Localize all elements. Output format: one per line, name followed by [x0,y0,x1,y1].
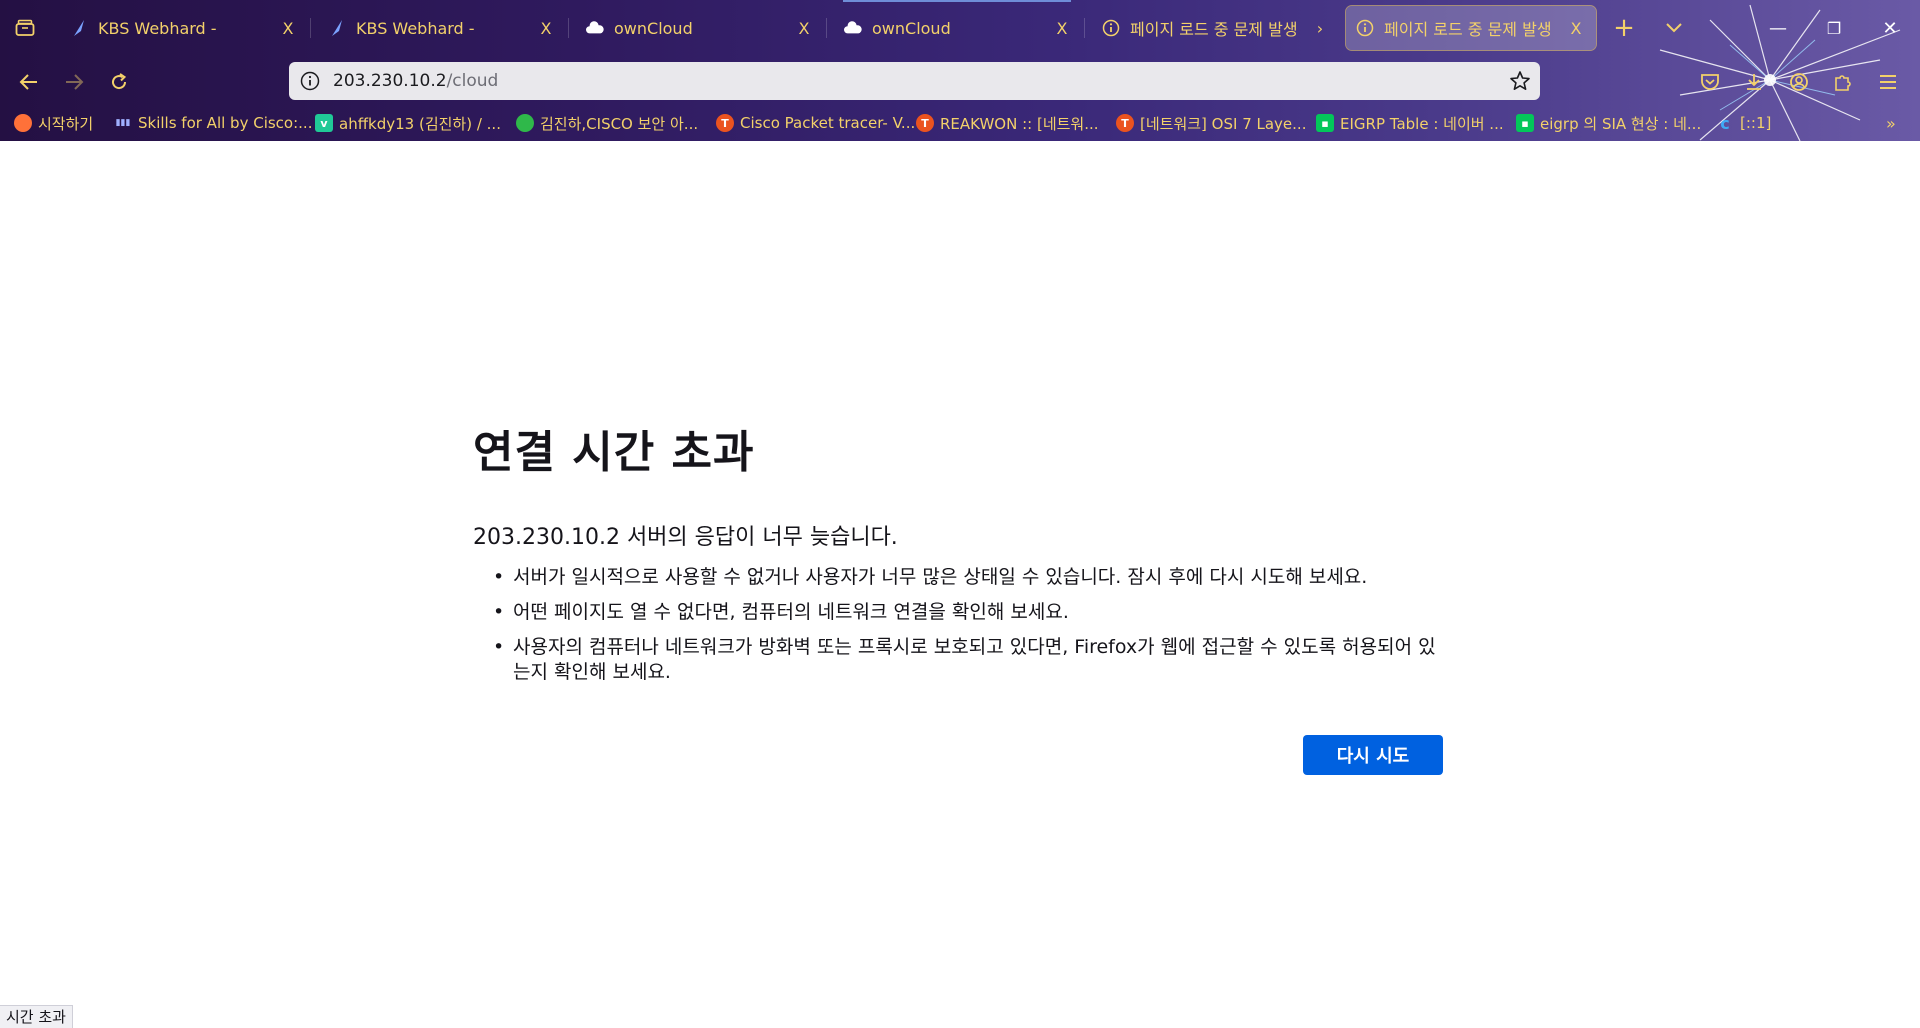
close-icon[interactable]: X [278,18,298,38]
bookmark-cisco-security[interactable]: 김진하,CISCO 보안 아... [516,111,698,135]
bookmark-label: REAKWON :: [네트워... [940,114,1099,133]
bookmark-reakwon[interactable]: T REAKWON :: [네트워... [916,111,1099,135]
list-item: 사용자의 컴퓨터나 네트워크가 방화벽 또는 프록시로 보호되고 있다면, Fi… [493,635,1443,685]
retry-button[interactable]: 다시 시도 [1303,735,1443,775]
tab-title: 페이지 로드 중 문제 발생 [1384,20,1552,39]
cisco-icon: ▮▮▮ [115,118,131,128]
reload-button[interactable] [102,65,136,99]
bookmark-skills-for-all[interactable]: ▮▮▮ Skills for All by Cisco:... [114,111,313,135]
error-suggestions: 서버가 일시적으로 사용할 수 없거나 사용자가 너무 많은 상태일 수 있습니… [473,565,1443,695]
feather-icon [70,19,88,37]
naver-blog-icon: ▪ [1316,114,1334,132]
firefox-icon [14,114,32,132]
tab-bar: KBS Webhard - X KBS Webhard - X ownCloud… [0,0,1920,56]
close-icon[interactable]: X [1052,18,1072,38]
bookmark-label: ahffkdy13 (김진하) / ... [339,114,501,133]
bookmark-label: Skills for All by Cisco:... [138,114,313,132]
close-window-button[interactable]: ✕ [1872,12,1908,44]
tab-load-error-active[interactable]: 페이지 로드 중 문제 발생 X [1345,5,1597,51]
tab-owncloud-1[interactable]: ownCloud X [576,6,824,50]
menu-button[interactable] [1871,65,1905,99]
tab-kbs-webhard-1[interactable]: KBS Webhard - X [60,6,308,50]
tistory-icon: T [716,114,734,132]
bookmark-velog[interactable]: v ahffkdy13 (김진하) / ... [315,111,501,135]
chevron-right-icon[interactable]: › [1310,18,1330,38]
bookmark-label: Cisco Packet tracer- V... [740,114,916,132]
tab-kbs-webhard-2[interactable]: KBS Webhard - X [318,6,566,50]
tistory-icon: T [916,114,934,132]
naver-blog-icon: ▪ [1516,114,1534,132]
list-item: 어떤 페이지도 열 수 없다면, 컴퓨터의 네트워크 연결을 확인해 보세요. [493,600,1443,625]
bookmark-label: [네트워크] OSI 7 Laye... [1140,114,1307,133]
tab-separator [310,18,311,38]
close-icon[interactable]: X [536,18,556,38]
bookmark-label: [::1] [1740,114,1772,132]
tab-title: KBS Webhard - [98,18,217,38]
bookmark-label: 시작하기 [38,114,94,133]
pocket-icon [1701,74,1719,90]
tab-separator [1084,18,1085,38]
tab-load-error-1[interactable]: 페이지 로드 중 문제 발생 › [1092,6,1340,50]
leaf-icon [516,114,534,132]
site-info-icon[interactable] [299,70,321,92]
tab-title: ownCloud [872,18,951,38]
download-icon [1747,74,1761,90]
tab-list-icon[interactable] [8,12,42,44]
cloud-icon [844,19,862,37]
bookmark-eigrp-table[interactable]: ▪ EIGRP Table : 네이버 ... [1316,111,1504,135]
close-icon[interactable]: X [1566,18,1586,38]
minimize-button[interactable]: — [1760,12,1796,44]
velog-icon: v [315,114,333,132]
extensions-button[interactable] [1826,65,1860,99]
tab-title: ownCloud [614,18,693,38]
tab-separator [826,18,827,38]
new-tab-button[interactable]: + [1606,12,1642,44]
tab-separator [568,18,569,38]
bookmarks-overflow-chevron-icon[interactable]: » [1886,111,1896,135]
reload-icon [112,73,127,90]
bookmark-localhost[interactable]: c [::1] [1716,111,1771,135]
url-path: /cloud [446,71,499,91]
puzzle-icon [1835,75,1851,91]
bookmark-label: EIGRP Table : 네이버 ... [1340,114,1504,133]
bookmarks-toolbar: 시작하기 ▮▮▮ Skills for All by Cisco:... v a… [0,106,1920,141]
browser-chrome: KBS Webhard - X KBS Webhard - X ownCloud… [0,0,1920,141]
bookmark-eigrp-sia[interactable]: ▪ eigrp 의 SIA 현상 : 네... [1516,111,1701,135]
bookmark-label: 김진하,CISCO 보안 아... [540,114,699,133]
pocket-button[interactable] [1693,65,1727,99]
bookmark-label: eigrp 의 SIA 현상 : 네... [1540,114,1702,133]
account-button[interactable] [1782,65,1816,99]
list-item: 서버가 일시적으로 사용할 수 없거나 사용자가 너무 많은 상태일 수 있습니… [493,565,1443,590]
close-icon[interactable]: X [794,18,814,38]
error-description: 203.230.10.2 서버의 응답이 너무 늦습니다. [473,525,898,550]
hamburger-menu-icon [1880,75,1896,89]
forward-button[interactable] [57,65,91,99]
arrow-left-icon [19,74,37,90]
tab-highlight-line [843,0,1071,2]
page-title: 연결 시간 초과 [473,427,755,478]
address-bar[interactable]: 203.230.10.2/cloud [289,62,1540,100]
info-icon [1356,19,1374,37]
bookmark-getting-started[interactable]: 시작하기 [14,111,93,135]
arrow-right-icon [66,74,84,90]
bookmark-packet-tracer[interactable]: T Cisco Packet tracer- V... [716,111,915,135]
bookmark-osi-7-layer[interactable]: T [네트워크] OSI 7 Laye... [1116,111,1306,135]
feather-icon [328,19,346,37]
back-button[interactable] [12,65,46,99]
cloud-icon [586,19,604,37]
downloads-button[interactable] [1737,65,1771,99]
restore-button[interactable]: ❐ [1816,12,1852,44]
tab-title: KBS Webhard - [356,18,475,38]
info-icon [1102,19,1120,37]
list-all-tabs-button[interactable] [1656,12,1692,44]
account-icon [1790,73,1808,91]
tistory-icon: T [1116,114,1134,132]
status-panel: 시간 초과 [0,1005,73,1028]
chevron-down-icon [1666,23,1682,33]
url-host: 203.230.10.2 [333,71,447,91]
bookmark-star-icon[interactable] [1508,69,1532,93]
globe-icon: c [1720,113,1730,133]
tab-owncloud-2[interactable]: ownCloud X [834,6,1082,50]
tab-title: 페이지 로드 중 문제 발생 [1130,20,1298,39]
